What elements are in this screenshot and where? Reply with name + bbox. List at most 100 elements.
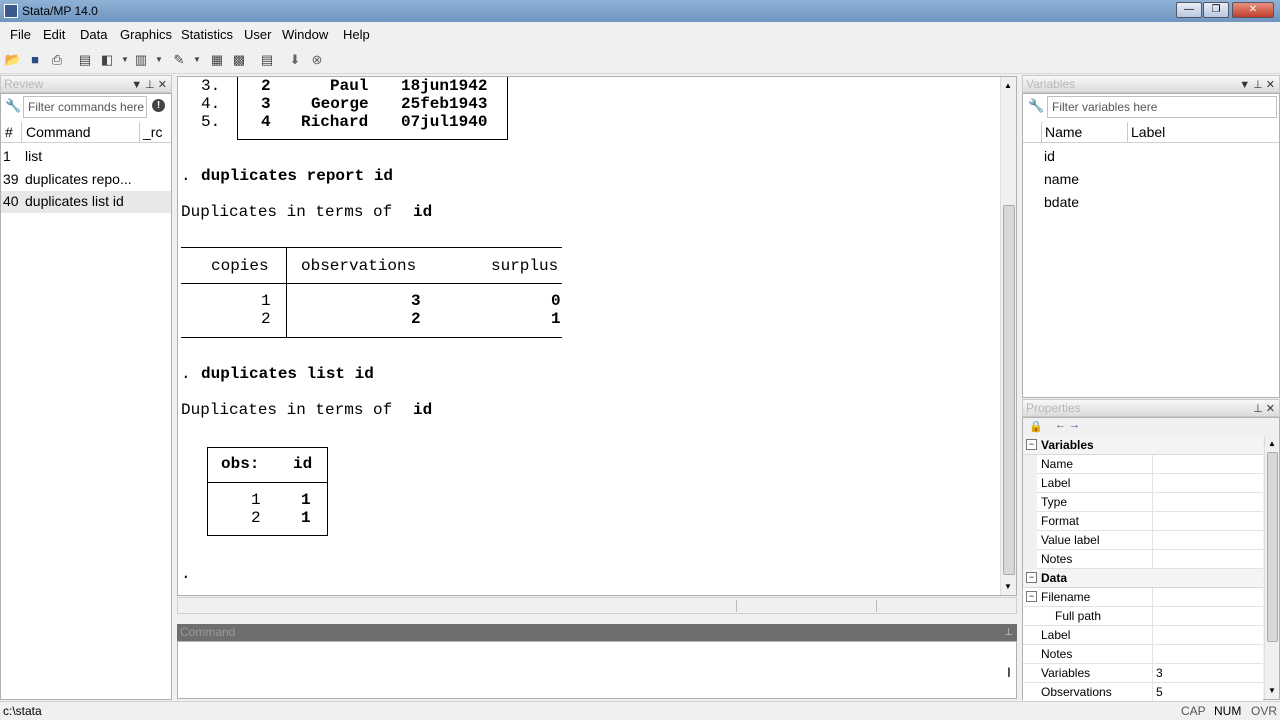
dup-list-cell: 1: [301, 491, 311, 509]
variables-filter-input[interactable]: Filter variables here: [1047, 96, 1277, 118]
scroll-down-icon[interactable]: ▼: [1268, 686, 1276, 695]
prop-row[interactable]: Notes: [1023, 645, 1263, 664]
report-col-copies: copies: [211, 257, 269, 275]
title-bar: Stata/MP 14.0 — ❐ ✕: [0, 0, 1280, 22]
command-echo-report: duplicates report id: [201, 167, 394, 185]
scroll-up-icon[interactable]: ▲: [1004, 81, 1012, 90]
prop-value-variables: 3: [1156, 666, 1163, 680]
working-directory: c:\stata: [3, 704, 42, 718]
num-indicator: NUM: [1214, 704, 1242, 718]
scroll-thumb[interactable]: [1267, 452, 1278, 642]
prop-row[interactable]: Label: [1037, 474, 1263, 493]
data-editor-icon[interactable]: ▦: [208, 51, 226, 69]
report-cell: 0: [551, 292, 561, 310]
props-variables-rows: Name Label Type Format Value label Notes: [1037, 455, 1263, 569]
back-arrow-icon[interactable]: ←: [1055, 419, 1066, 431]
review-panel-title: Review: [4, 77, 44, 91]
scroll-up-icon[interactable]: ▲: [1268, 439, 1276, 448]
review-row[interactable]: 1 list: [1, 146, 171, 168]
variable-row[interactable]: name: [1044, 171, 1079, 187]
graph-dropdown-icon[interactable]: ▼: [150, 51, 168, 69]
results-status-strip: [177, 597, 1017, 614]
properties-header-icons[interactable]: ⊥ ✕: [1253, 401, 1275, 417]
prop-row[interactable]: Label: [1023, 626, 1263, 645]
open-icon[interactable]: 📂: [4, 51, 22, 69]
col-command[interactable]: Command: [26, 121, 91, 143]
scroll-thumb[interactable]: [1003, 205, 1015, 575]
review-header-icons[interactable]: ▼ ⊥ ✕: [131, 77, 167, 93]
props-section-data[interactable]: − Data: [1023, 569, 1263, 588]
minimize-button[interactable]: —: [1176, 2, 1202, 18]
variables-manager-icon[interactable]: ▤: [258, 51, 276, 69]
list-table-left-border: [237, 77, 238, 140]
command-panel-header: Command ⊥: [177, 624, 1017, 641]
variable-row[interactable]: id: [1044, 148, 1055, 164]
data-browser-icon[interactable]: ▩: [230, 51, 248, 69]
dup-list-header-border: [207, 482, 328, 483]
review-row[interactable]: 39 duplicates repo...: [1, 169, 171, 191]
collapse-icon[interactable]: −: [1026, 591, 1037, 602]
prop-row[interactable]: Full path: [1023, 607, 1263, 626]
report-col-observations: observations: [301, 257, 417, 275]
maximize-button[interactable]: ❐: [1203, 2, 1229, 18]
variable-row[interactable]: bdate: [1044, 194, 1079, 210]
list-table-bottom-border: [237, 139, 508, 140]
dup-list-col-id: id: [293, 455, 313, 473]
close-window-button[interactable]: ✕: [1232, 2, 1274, 18]
prop-value-observations: 5: [1156, 685, 1163, 699]
results-prompt: .: [181, 565, 191, 583]
review-filter-input[interactable]: Filter commands here: [23, 96, 147, 118]
review-row-selected[interactable]: 40 duplicates list id: [1, 191, 171, 213]
info-icon[interactable]: !: [152, 99, 165, 112]
menu-edit[interactable]: Edit: [43, 27, 65, 42]
col-label[interactable]: Label: [1131, 121, 1165, 143]
do-file-editor-icon[interactable]: ✎: [170, 51, 188, 69]
menu-statistics[interactable]: Statistics: [181, 27, 233, 42]
collapse-icon[interactable]: −: [1026, 572, 1037, 583]
collapse-icon[interactable]: −: [1026, 439, 1037, 450]
graph-icon[interactable]: ▥: [132, 51, 150, 69]
properties-scrollbar[interactable]: ▲ ▼: [1264, 436, 1279, 699]
list-row-name: George: [311, 95, 369, 113]
scroll-down-icon[interactable]: ▼: [1004, 582, 1012, 591]
prop-row[interactable]: Type: [1037, 493, 1263, 512]
wrench-icon[interactable]: 🔧: [1028, 98, 1044, 114]
do-file-dropdown-icon[interactable]: ▼: [188, 51, 206, 69]
prop-row[interactable]: Notes: [1037, 550, 1263, 569]
variables-panel-header: Variables ▼ ⊥ ✕: [1022, 75, 1280, 93]
menu-data[interactable]: Data: [80, 27, 107, 42]
menu-file[interactable]: File: [10, 27, 31, 42]
col-name[interactable]: Name: [1045, 121, 1082, 143]
wrench-icon[interactable]: 🔧: [5, 98, 21, 114]
menu-user[interactable]: User: [244, 27, 271, 42]
props-section-variables[interactable]: − Variables: [1023, 436, 1263, 455]
forward-arrow-icon[interactable]: →: [1069, 419, 1080, 431]
list-table-right-border: [507, 77, 508, 140]
report-col-surplus: surplus: [491, 257, 559, 275]
col-rc[interactable]: _rc: [143, 121, 162, 143]
report-cell: 1: [261, 292, 271, 310]
viewer-icon[interactable]: ◧: [98, 51, 116, 69]
prop-row[interactable]: Variables 3: [1023, 664, 1263, 683]
print-icon[interactable]: ⎙: [48, 51, 66, 69]
prop-row[interactable]: − Filename: [1023, 588, 1263, 607]
pin-icon[interactable]: ⊥: [1004, 624, 1013, 641]
more-icon[interactable]: ⬇: [286, 51, 304, 69]
command-input[interactable]: I: [177, 641, 1017, 699]
prop-row[interactable]: Value label: [1037, 531, 1263, 550]
menu-help[interactable]: Help: [343, 27, 370, 42]
menu-graphics[interactable]: Graphics: [120, 27, 172, 42]
variables-header-icons[interactable]: ▼ ⊥ ✕: [1239, 77, 1275, 93]
lock-icon[interactable]: 🔒: [1029, 420, 1043, 433]
save-icon[interactable]: ■: [26, 51, 44, 69]
col-num[interactable]: #: [5, 121, 13, 143]
break-icon[interactable]: ⊗: [308, 51, 326, 69]
menu-window[interactable]: Window: [282, 27, 328, 42]
report-table-top-border: [181, 247, 562, 248]
prop-row[interactable]: Format: [1037, 512, 1263, 531]
variables-panel: 🔧 Filter variables here Name Label id na…: [1022, 93, 1280, 398]
log-icon[interactable]: ▤: [76, 51, 94, 69]
results-scrollbar[interactable]: ▲ ▼: [1000, 77, 1016, 595]
prop-row[interactable]: Observations 5: [1023, 683, 1263, 702]
prop-row[interactable]: Name: [1037, 455, 1263, 474]
